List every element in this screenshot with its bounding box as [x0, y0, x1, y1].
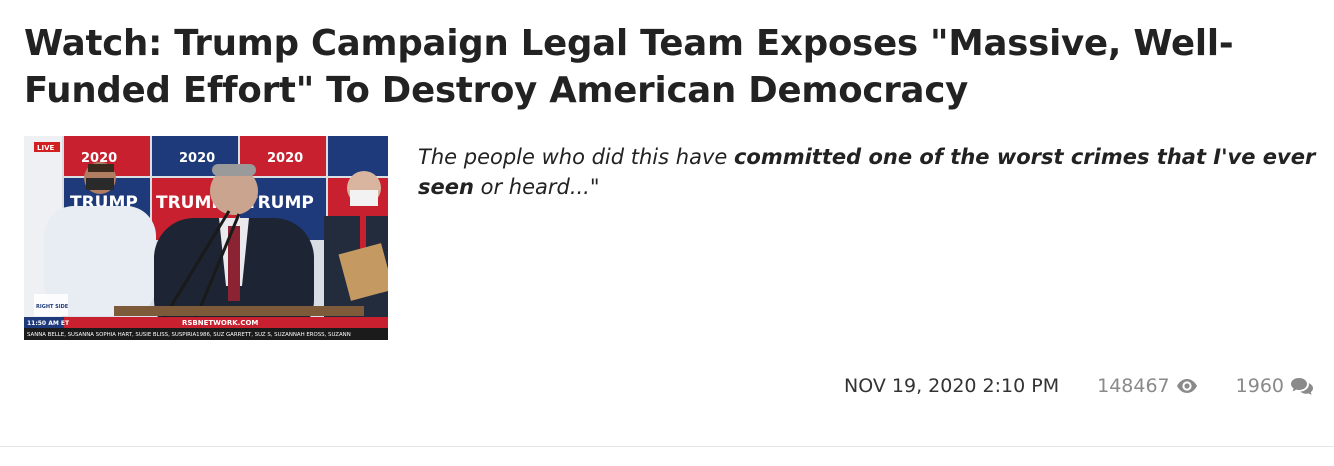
divider — [0, 446, 1334, 447]
teaser-lead: The people who did this have — [418, 145, 734, 169]
channel-logo: RIGHT SIDE — [34, 294, 69, 316]
article-card: Watch: Trump Campaign Legal Team Exposes… — [0, 0, 1334, 466]
sign-year-text: 2020 — [267, 151, 303, 166]
publish-date: NOV 19, 2020 2:10 PM — [844, 375, 1060, 397]
news-ticker: 11:50 AM ET RSBNETWORK.COM SANNA BELLE, … — [24, 317, 388, 340]
comments-icon — [1291, 378, 1313, 395]
article-thumbnail[interactable]: 2020 2020 2020 TRUMP TRUMP TRUMP LIVE RI… — [24, 136, 388, 340]
teaser-tail: or heard..." — [473, 175, 600, 199]
live-badge-text: LIVE — [37, 144, 54, 152]
article-title[interactable]: Watch: Trump Campaign Legal Team Exposes… — [24, 20, 1324, 114]
ticker-names: SANNA BELLE, SUSANNA SOPHIA HART, SUSIE … — [27, 332, 351, 338]
article-teaser: The people who did this have committed o… — [418, 142, 1323, 202]
comment-count[interactable]: 1960 — [1236, 375, 1314, 397]
sign-year-text: 2020 — [179, 151, 215, 166]
eye-icon — [1176, 379, 1197, 393]
view-count: 148467 — [1097, 375, 1198, 397]
ticker-url: RSBNETWORK.COM — [182, 319, 258, 327]
logo-text: RIGHT SIDE — [36, 304, 69, 310]
ticker-time: 11:50 AM ET — [27, 320, 70, 327]
view-count-value: 148467 — [1097, 375, 1170, 397]
comment-count-value: 1960 — [1235, 375, 1284, 397]
article-meta: NOV 19, 2020 2:10 PM 148467 1960 — [844, 372, 1314, 400]
